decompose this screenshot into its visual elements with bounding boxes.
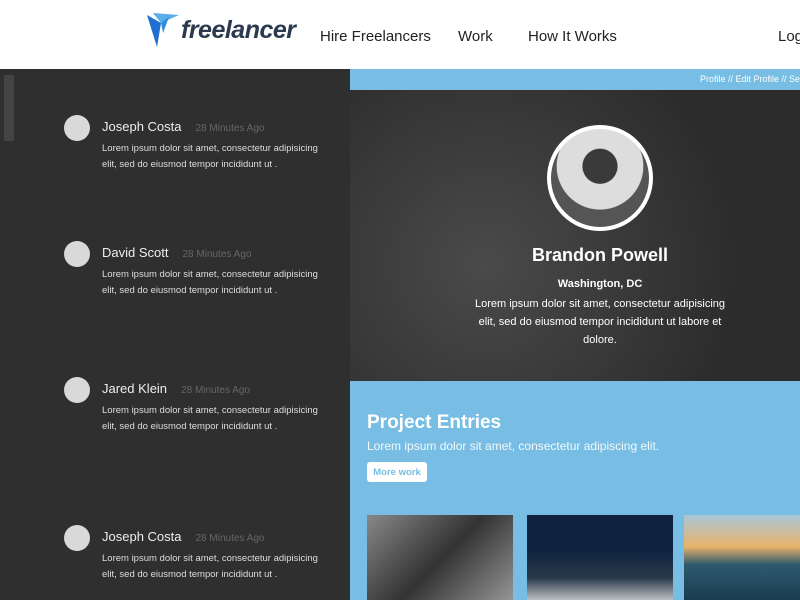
nav-work[interactable]: Work bbox=[458, 28, 493, 45]
comment-time: 28 Minutes Ago bbox=[182, 249, 252, 260]
comment-author[interactable]: David Scott bbox=[102, 245, 168, 260]
profile-location: Washington, DC bbox=[557, 278, 643, 290]
project-thumbnail[interactable] bbox=[367, 515, 513, 600]
nav-how-it-works[interactable]: How It Works bbox=[528, 28, 617, 45]
breadcrumb[interactable]: Profile // Edit Profile // Se bbox=[700, 74, 800, 84]
comment-text: Lorem ipsum dolor sit amet, consectetur … bbox=[102, 269, 318, 296]
section-subtitle: Lorem ipsum dolor sit amet, consectetur … bbox=[367, 439, 660, 453]
logo[interactable]: freelancer bbox=[147, 13, 296, 47]
profile-hero: Brandon Powell Washington, DC Lorem ipsu… bbox=[350, 90, 800, 381]
avatar bbox=[64, 241, 90, 267]
avatar bbox=[64, 377, 90, 403]
brand-name: freelancer bbox=[181, 15, 296, 44]
avatar bbox=[64, 115, 90, 141]
scrollbar[interactable] bbox=[4, 75, 14, 141]
comment-time: 28 Minutes Ago bbox=[195, 533, 265, 544]
profile-avatar bbox=[547, 125, 653, 231]
comment-text: Lorem ipsum dolor sit amet, consectetur … bbox=[102, 553, 318, 580]
profile-name: Brandon Powell bbox=[531, 245, 668, 265]
comment-author[interactable]: Joseph Costa bbox=[102, 529, 182, 544]
bird-logo-icon bbox=[147, 13, 179, 47]
comment-time: 28 Minutes Ago bbox=[195, 123, 265, 134]
nav-login[interactable]: Log bbox=[778, 28, 800, 45]
profile-panel: Profile // Edit Profile // Se Brandon Po… bbox=[350, 69, 800, 600]
profile-bio: Lorem ipsum dolor sit amet, consectetur … bbox=[474, 298, 726, 346]
more-work-button[interactable]: More work bbox=[367, 462, 427, 482]
project-thumbnail[interactable] bbox=[684, 515, 800, 600]
section-title: Project Entries bbox=[367, 412, 502, 433]
nav-hire-freelancers[interactable]: Hire Freelancers bbox=[320, 28, 431, 45]
project-thumbnail[interactable] bbox=[527, 515, 673, 600]
comment-author[interactable]: Jared Klein bbox=[102, 381, 167, 396]
comment-time: 28 Minutes Ago bbox=[181, 385, 250, 396]
comment-author[interactable]: Joseph Costa bbox=[102, 119, 182, 134]
comments-panel: Joseph Costa 28 Minutes Ago Lorem ipsum d… bbox=[0, 69, 350, 600]
comment-text: Lorem ipsum dolor sit amet, consectetur … bbox=[102, 143, 318, 170]
comment-text: Lorem ipsum dolor sit amet, consectetur … bbox=[102, 405, 318, 432]
avatar bbox=[64, 525, 90, 551]
header: freelancer Hire Freelancers Work How It … bbox=[0, 0, 800, 69]
